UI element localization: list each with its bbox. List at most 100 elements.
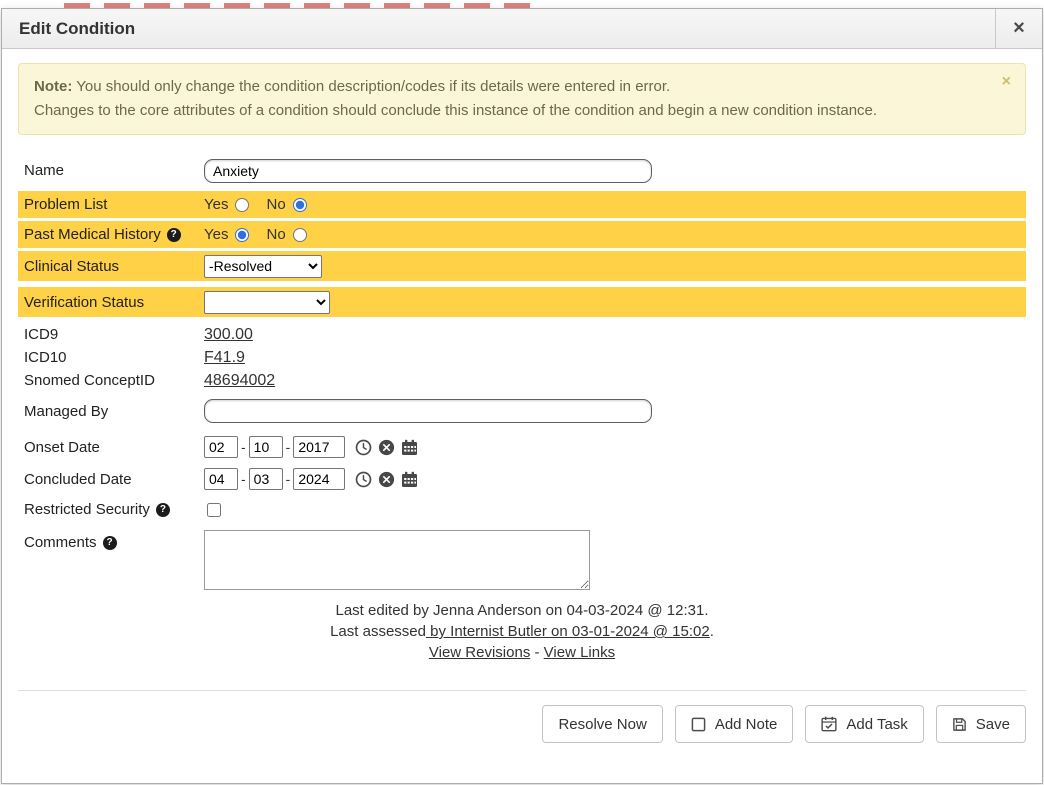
verification-status-label: Verification Status xyxy=(18,294,204,311)
comments-label: Comments ? xyxy=(18,530,204,551)
concluded-year-input[interactable] xyxy=(293,468,345,490)
restricted-security-label-text: Restricted Security xyxy=(24,501,150,518)
clock-icon[interactable] xyxy=(355,439,372,456)
problem-list-no-label: No xyxy=(266,196,285,213)
pmh-no-label: No xyxy=(266,226,285,243)
close-icon: × xyxy=(1013,17,1025,40)
add-note-label: Add Note xyxy=(715,716,778,733)
concluded-day-input[interactable] xyxy=(249,468,283,490)
field-row-icd9: ICD9 300.00 xyxy=(18,323,1026,346)
restricted-security-label: Restricted Security ? xyxy=(18,501,204,518)
icd9-label: ICD9 xyxy=(18,326,204,343)
snomed-label: Snomed ConceptID xyxy=(18,372,204,389)
warning-note-text1: You should only change the condition des… xyxy=(72,78,670,95)
resolve-now-button[interactable]: Resolve Now xyxy=(542,705,662,743)
clear-date-icon[interactable] xyxy=(378,471,395,488)
field-row-name: Name xyxy=(18,156,1026,185)
field-row-comments: Comments ? xyxy=(18,530,1026,590)
save-label: Save xyxy=(976,716,1010,733)
page: Edit Condition × Note: You should only c… xyxy=(0,0,1044,785)
problem-list-no-radio[interactable] xyxy=(293,198,307,212)
link-separator: - xyxy=(535,644,540,661)
field-row-onset-date: Onset Date - - xyxy=(18,432,1026,462)
help-icon[interactable]: ? xyxy=(103,536,117,550)
field-row-icd10: ICD10 F41.9 xyxy=(18,346,1026,369)
edit-condition-modal: Edit Condition × Note: You should only c… xyxy=(1,8,1043,784)
field-row-concluded-date: Concluded Date - - xyxy=(18,464,1026,494)
name-input[interactable] xyxy=(204,159,652,183)
field-row-problem-list: Problem List Yes No xyxy=(18,191,1026,218)
last-assessed-link[interactable]: by Internist Butler on 03-01-2024 @ 15:0… xyxy=(426,623,710,640)
verification-status-select[interactable] xyxy=(204,291,330,314)
restricted-security-checkbox[interactable] xyxy=(207,503,221,517)
note-icon xyxy=(691,717,706,732)
footer-actions: Resolve Now Add Note Add Task xyxy=(18,705,1026,743)
concluded-month-input[interactable] xyxy=(204,468,238,490)
add-note-button[interactable]: Add Note xyxy=(675,705,794,743)
concluded-date-label: Concluded Date xyxy=(18,471,204,488)
revision-links-line: View Revisions - View Links xyxy=(18,642,1026,663)
calendar-icon[interactable] xyxy=(401,471,418,488)
managed-by-label: Managed By xyxy=(18,403,204,420)
onset-date-label: Onset Date xyxy=(18,439,204,456)
help-icon[interactable]: ? xyxy=(167,228,181,242)
modal-body: Note: You should only change the conditi… xyxy=(2,49,1042,743)
warning-note-prefix: Note: xyxy=(34,78,72,95)
past-medical-history-label-text: Past Medical History xyxy=(24,226,161,243)
field-row-past-medical-history: Past Medical History ? Yes No xyxy=(18,221,1026,248)
icd9-link[interactable]: 300.00 xyxy=(204,326,253,344)
clinical-status-label: Clinical Status xyxy=(18,258,204,275)
icd10-label: ICD10 xyxy=(18,349,204,366)
close-button[interactable]: × xyxy=(995,9,1042,48)
help-icon[interactable]: ? xyxy=(156,503,170,517)
resolve-now-label: Resolve Now xyxy=(558,716,646,733)
problem-list-yes-radio[interactable] xyxy=(235,198,249,212)
warning-note: Note: You should only change the conditi… xyxy=(18,63,1026,135)
problem-list-label: Problem List xyxy=(18,196,204,213)
name-label: Name xyxy=(18,162,204,179)
pmh-no-radio[interactable] xyxy=(293,228,307,242)
background-page-strip xyxy=(0,0,1044,8)
comments-label-text: Comments xyxy=(24,534,97,551)
date-separator: - xyxy=(241,439,246,455)
field-row-snomed: Snomed ConceptID 48694002 xyxy=(18,369,1026,392)
clock-icon[interactable] xyxy=(355,471,372,488)
field-row-managed-by: Managed By xyxy=(18,396,1026,426)
field-row-clinical-status: Clinical Status -Resolved xyxy=(18,251,1026,281)
comments-textarea[interactable] xyxy=(204,530,590,590)
date-separator: - xyxy=(241,471,246,487)
snomed-link[interactable]: 48694002 xyxy=(204,372,275,390)
view-revisions-link[interactable]: View Revisions xyxy=(429,644,530,661)
date-separator: - xyxy=(286,439,291,455)
date-separator: - xyxy=(286,471,291,487)
warning-note-line1: Note: You should only change the conditi… xyxy=(34,75,985,99)
last-edited-text: Last edited by Jenna Anderson on 04-03-2… xyxy=(18,600,1026,621)
clear-date-icon[interactable] xyxy=(378,439,395,456)
field-row-restricted-security: Restricted Security ? xyxy=(18,496,1026,523)
onset-month-input[interactable] xyxy=(204,436,238,458)
last-assessed-period: . xyxy=(710,623,714,640)
onset-day-input[interactable] xyxy=(249,436,283,458)
problem-list-yes-label: Yes xyxy=(204,196,228,213)
task-calendar-icon xyxy=(821,716,837,732)
onset-year-input[interactable] xyxy=(293,436,345,458)
save-button[interactable]: Save xyxy=(936,705,1026,743)
last-assessed-line: Last assessed by Internist Butler on 03-… xyxy=(18,621,1026,642)
icd10-link[interactable]: F41.9 xyxy=(204,349,245,367)
add-task-label: Add Task xyxy=(846,716,907,733)
pmh-yes-radio[interactable] xyxy=(235,228,249,242)
last-assessed-text: Last assessed xyxy=(330,623,426,640)
pmh-yes-label: Yes xyxy=(204,226,228,243)
modal-title: Edit Condition xyxy=(2,9,995,48)
managed-by-input[interactable] xyxy=(204,399,652,423)
footer-divider xyxy=(18,690,1026,691)
clinical-status-select[interactable]: -Resolved xyxy=(204,255,322,278)
note-dismiss-icon[interactable]: × xyxy=(1002,74,1011,90)
calendar-icon[interactable] xyxy=(401,439,418,456)
past-medical-history-label: Past Medical History ? xyxy=(18,226,204,243)
modal-header: Edit Condition × xyxy=(2,9,1042,49)
field-row-verification-status: Verification Status xyxy=(18,287,1026,317)
add-task-button[interactable]: Add Task xyxy=(805,705,923,743)
audit-info: Last edited by Jenna Anderson on 04-03-2… xyxy=(18,600,1026,663)
view-links-link[interactable]: View Links xyxy=(544,644,615,661)
